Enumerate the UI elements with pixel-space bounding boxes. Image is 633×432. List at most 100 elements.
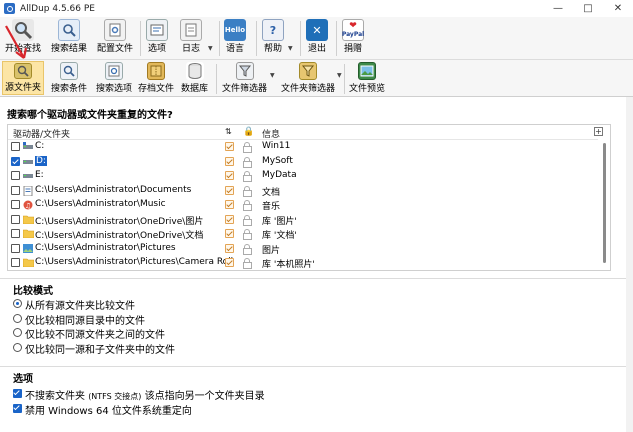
help-button[interactable]: ? 帮助 — [262, 19, 284, 55]
lock-icon[interactable] — [243, 171, 252, 182]
compare-mode-title: 比较模式 — [13, 286, 53, 297]
row-info: 图片 — [262, 245, 281, 256]
radio-label: 仅比较相同源目录中的文件 — [25, 315, 145, 327]
radio-label: 从所有源文件夹比较文件 — [25, 301, 135, 312]
list-header: 驱动器/文件夹 ⇅ 🔒 信息 — [8, 125, 598, 140]
include-subfolders-checkbox[interactable] — [225, 185, 234, 195]
close-window-button[interactable]: ✕ — [603, 0, 633, 17]
folder-icon — [22, 229, 35, 239]
row-info: 音乐 — [262, 202, 281, 212]
row-checkbox[interactable] — [11, 171, 20, 180]
search-options-button[interactable]: 搜索选项 — [96, 62, 132, 95]
include-subfolders-checkbox[interactable] — [225, 229, 234, 238]
folder-filter-dropdown-arrow[interactable]: ▼ — [337, 72, 342, 79]
criteria-icon — [60, 62, 78, 80]
row-checkbox[interactable] — [11, 229, 20, 238]
search-results-button[interactable]: 搜索结果 — [51, 19, 87, 55]
source-question: 搜索哪个驱动器或文件夹重复的文件? — [7, 110, 173, 121]
svg-text:♫: ♫ — [25, 202, 31, 210]
list-item[interactable]: C:\Users\Administrator\Pictures 图片 — [8, 242, 598, 256]
row-path: D: — [35, 155, 47, 166]
column-include-icon[interactable]: ⇅ — [225, 127, 232, 136]
database-button[interactable]: 数据库 — [181, 62, 208, 95]
row-info: MyData — [262, 170, 297, 180]
folder-funnel-icon — [299, 62, 317, 80]
file-filter-dropdown-arrow[interactable]: ▼ — [270, 72, 275, 79]
lock-icon[interactable] — [243, 229, 252, 240]
row-checkbox[interactable] — [11, 142, 20, 151]
list-item[interactable]: C: Win11 — [8, 140, 598, 154]
include-subfolders-checkbox[interactable] — [225, 142, 234, 151]
row-checkbox[interactable] — [11, 258, 20, 267]
divider — [0, 366, 626, 367]
log-dropdown-arrow[interactable]: ▼ — [208, 45, 213, 52]
window-title: AllDup 4.5.66 PE — [20, 3, 95, 14]
row-info: MySoft — [262, 155, 293, 166]
lock-icon[interactable] — [243, 200, 252, 211]
source-folder-button[interactable]: 源文件夹 — [2, 61, 45, 95]
row-info: 文档 — [262, 187, 281, 198]
search-criteria-button[interactable]: 搜索条件 — [51, 62, 87, 95]
row-checkbox[interactable] — [11, 200, 20, 209]
file-preview-button[interactable]: 文件预览 — [349, 62, 385, 95]
lock-icon[interactable] — [243, 214, 252, 226]
list-item[interactable]: C:\Users\Administrator\OneDrive\图片 库 '图片' — [8, 213, 598, 227]
column-lock-icon[interactable]: 🔒 — [243, 127, 254, 137]
log-button[interactable]: 日志 — [180, 19, 202, 55]
row-info: 库 '文档' — [262, 231, 297, 241]
include-subfolders-checkbox[interactable] — [225, 243, 234, 253]
config-file-icon — [104, 19, 126, 41]
archive-files-button[interactable]: 存档文件 — [138, 62, 174, 95]
source-folder-list[interactable]: 驱动器/文件夹 ⇅ 🔒 信息 C: Win11 D: MySoft E: MyData C:… — [7, 124, 611, 271]
list-scrollbar[interactable] — [602, 139, 608, 269]
donate-button[interactable]: ❤ PayPal 捐赠 — [342, 19, 364, 55]
add-folder-plus-icon[interactable]: + — [594, 127, 603, 136]
include-subfolders-checkbox[interactable] — [225, 200, 234, 209]
lock-icon[interactable] — [243, 258, 252, 269]
column-info[interactable]: 信息 — [262, 127, 280, 140]
minimize-button[interactable]: — — [543, 0, 573, 17]
language-icon: Hello — [224, 19, 246, 41]
row-path: C:\Users\Administrator\OneDrive\文档 — [35, 231, 204, 241]
row-checkbox[interactable] — [11, 156, 20, 166]
paypal-icon: ❤ PayPal — [342, 19, 364, 41]
help-icon: ? — [262, 19, 284, 41]
list-item[interactable]: C:\Users\Administrator\OneDrive\文档 库 '文档' — [8, 227, 598, 241]
row-path: E: — [35, 170, 44, 180]
lock-icon[interactable] — [243, 156, 252, 168]
lock-icon[interactable] — [243, 185, 252, 197]
row-checkbox[interactable] — [11, 214, 20, 224]
checkbox-checked-icon — [13, 404, 22, 413]
row-path: C:\Users\Administrator\Pictures — [35, 242, 176, 253]
archive-icon — [147, 62, 165, 80]
include-subfolders-checkbox[interactable] — [225, 171, 234, 180]
lock-icon[interactable] — [243, 142, 252, 153]
start-search-button[interactable]: 开始查找 — [5, 19, 41, 55]
list-item[interactable]: D: MySoft — [8, 155, 598, 169]
row-checkbox[interactable] — [11, 243, 20, 253]
folder-search-icon — [14, 63, 32, 79]
include-subfolders-checkbox[interactable] — [225, 156, 234, 166]
list-item[interactable]: C:\Users\Administrator\Documents 文档 — [8, 184, 598, 198]
log-icon — [180, 19, 202, 41]
file-filter-button[interactable]: 文件筛选器 — [222, 62, 267, 95]
documents-icon — [23, 185, 33, 196]
lock-icon[interactable] — [243, 243, 252, 255]
options-button[interactable]: 选项 — [146, 19, 168, 55]
row-path: C:\Users\Administrator\Pictures\Camera R… — [35, 257, 234, 267]
exit-button[interactable]: ✕ 退出 — [306, 19, 328, 55]
pane-scrollbar[interactable] — [626, 97, 633, 432]
language-button[interactable]: Hello 语言 — [224, 19, 246, 55]
include-subfolders-checkbox[interactable] — [225, 258, 234, 267]
row-checkbox[interactable] — [11, 185, 20, 195]
help-dropdown-arrow[interactable]: ▼ — [288, 45, 293, 52]
list-item[interactable]: E: MyData — [8, 169, 598, 183]
maximize-button[interactable]: □ — [573, 0, 603, 17]
config-file-button[interactable]: 配置文件 — [97, 19, 133, 55]
list-item[interactable]: C:\Users\Administrator\Pictures\Camera R… — [8, 256, 598, 270]
list-item[interactable]: ♫ C:\Users\Administrator\Music 音乐 — [8, 198, 598, 212]
folder-filter-button[interactable]: 文件夹筛选器 — [281, 62, 335, 95]
column-path[interactable]: 驱动器/文件夹 — [13, 127, 70, 140]
include-subfolders-checkbox[interactable] — [225, 214, 234, 224]
drive-icon — [23, 171, 33, 180]
